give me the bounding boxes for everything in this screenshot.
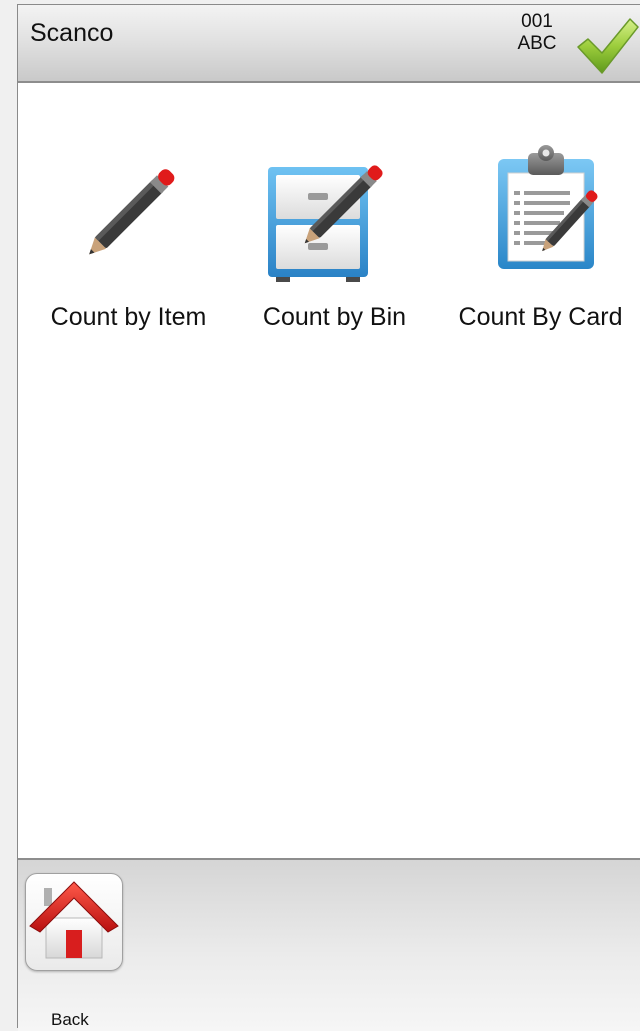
menu-item-count-by-item[interactable]: Count by Item (26, 133, 231, 345)
menu-area: Count by Item Count by Bin Count By Card (18, 83, 640, 859)
file-cabinet-pencil-icon (268, 165, 383, 282)
back-label: Back (51, 1010, 89, 1029)
header-bar: Scanco 001 ABC (18, 5, 640, 83)
footer-bar: Back (18, 858, 640, 1031)
back-home-button[interactable] (25, 873, 123, 971)
checkmark-icon (577, 18, 639, 74)
context-line-1: 001 (521, 11, 553, 32)
home-icon (29, 881, 119, 959)
context-line-2: ABC (517, 33, 557, 54)
menu-item-label: Count by Bin (262, 303, 407, 331)
menu-item-count-by-card[interactable]: Count By Card (438, 133, 640, 345)
confirm-button[interactable] (574, 13, 640, 79)
app-window: Scanco 001 ABC Count by Item Count by Bi… (17, 4, 640, 1031)
context-info: 001 ABC (511, 11, 563, 55)
app-title: Scanco (30, 19, 114, 47)
pencil-icon (89, 169, 175, 255)
window-frame: Scanco 001 ABC Count by Item Count by Bi… (0, 0, 640, 1031)
menu-item-label: Count By Card (458, 303, 623, 331)
menu-item-count-by-bin[interactable]: Count by Bin (232, 133, 437, 345)
menu-item-label: Count by Item (50, 303, 207, 331)
clipboard-pencil-icon (498, 145, 598, 269)
